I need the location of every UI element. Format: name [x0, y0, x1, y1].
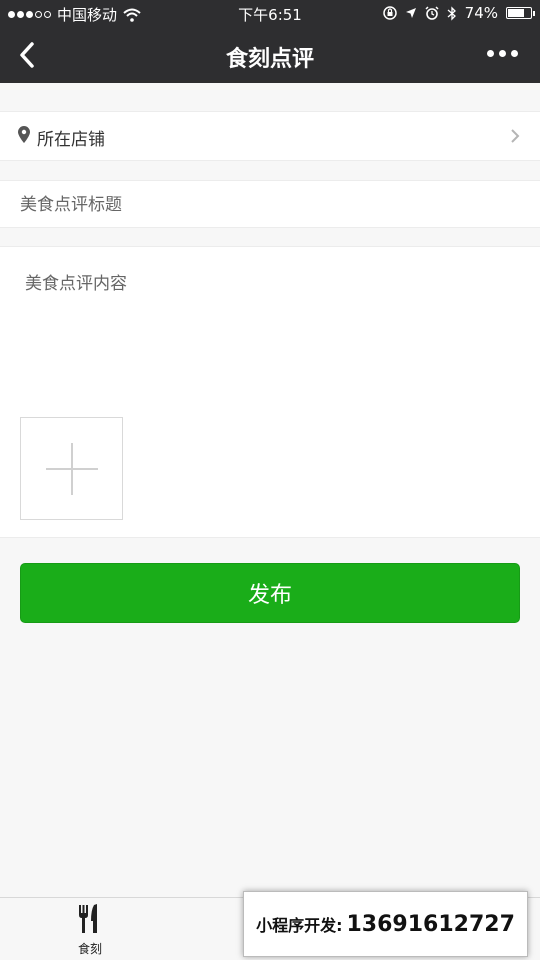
review-title-input[interactable] [20, 191, 520, 219]
navigation-bar: 食刻点评 [0, 28, 540, 83]
status-bar: 中国移动 下午6:51 74% [0, 0, 540, 28]
status-left: 中国移动 [8, 4, 141, 25]
review-title-row [0, 180, 540, 228]
bluetooth-icon [447, 5, 456, 21]
promo-label: 小程序开发: [256, 916, 343, 935]
tab-food[interactable]: 食刻 [60, 904, 120, 958]
alarm-icon [425, 6, 439, 20]
publish-button[interactable]: 发布 [20, 563, 520, 623]
promo-overlay: 小程序开发: 13691612727 [243, 891, 528, 957]
more-button[interactable] [487, 50, 518, 57]
battery-icon [506, 7, 535, 19]
shop-label: 所在店铺 [37, 130, 105, 150]
location-arrow-icon [405, 8, 416, 18]
promo-phone: 13691612727 [346, 911, 515, 937]
wifi-icon [123, 8, 141, 22]
back-button[interactable] [14, 40, 42, 70]
page-title: 食刻点评 [225, 47, 314, 72]
add-photo-button[interactable] [20, 417, 123, 520]
carrier-name: 中国移动 [57, 6, 118, 24]
battery-percent: 74% [464, 4, 498, 22]
more-dots-icon [487, 50, 494, 57]
chevron-left-icon [20, 42, 34, 68]
signal-dots-icon [8, 11, 51, 18]
orientation-lock-icon [382, 6, 397, 20]
shop-selector[interactable]: 所在店铺 [0, 111, 540, 161]
review-content-textarea[interactable] [25, 269, 515, 389]
tab-food-label: 食刻 [77, 942, 102, 956]
review-content-row [0, 246, 540, 538]
status-right: 74% [382, 4, 535, 22]
chevron-right-icon [511, 129, 520, 143]
location-pin-icon [18, 126, 30, 143]
fork-knife-icon [79, 904, 97, 933]
